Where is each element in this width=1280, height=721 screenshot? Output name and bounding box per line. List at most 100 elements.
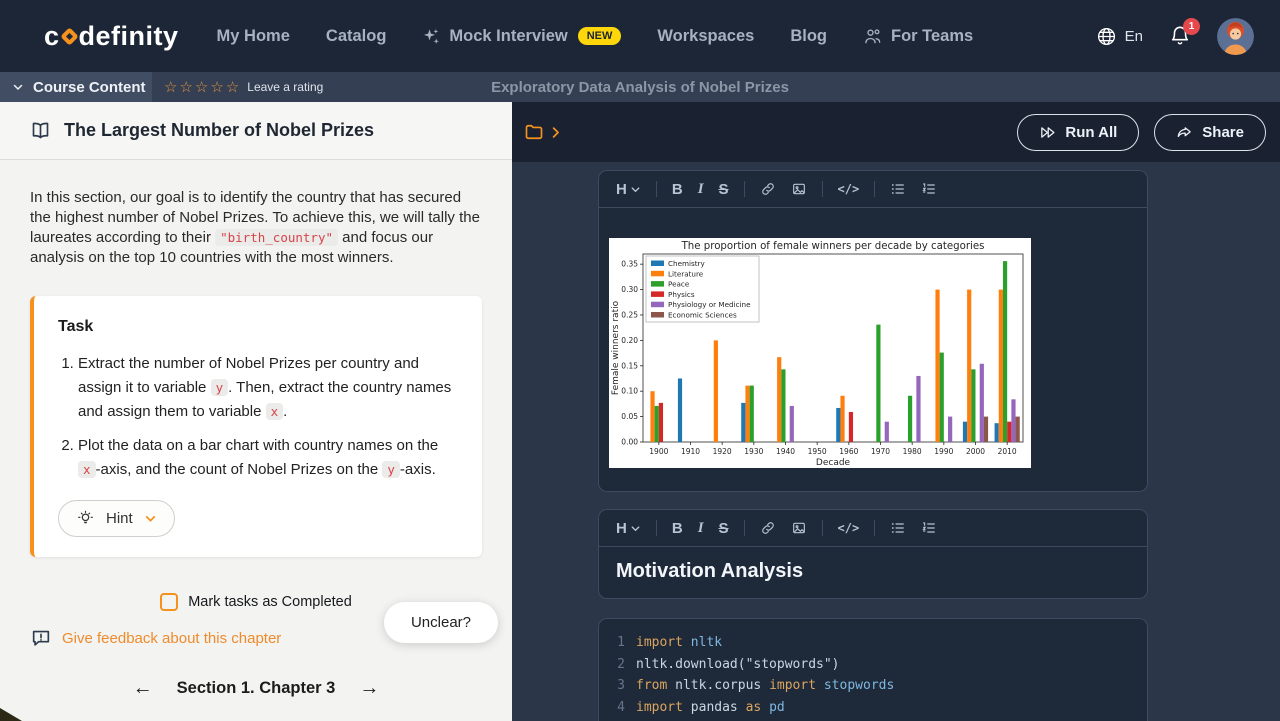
link-icon[interactable] [760, 520, 776, 536]
image-icon[interactable] [791, 520, 807, 536]
next-chapter-arrow[interactable]: → [359, 677, 379, 700]
code-block: 1import nltk2nltk.download("stopwords")3… [599, 632, 1147, 721]
prev-chapter-arrow[interactable]: ← [133, 677, 153, 700]
heading-icon[interactable]: H [616, 520, 641, 537]
nav-item-my-home[interactable]: My Home [217, 27, 290, 46]
nav-item-blog[interactable]: Blog [790, 27, 827, 46]
svg-text:1940: 1940 [776, 447, 795, 456]
markdown-cell-heading: H B I S </> [598, 509, 1148, 599]
nav-item-workspaces[interactable]: Workspaces [657, 27, 754, 46]
course-content-toggle[interactable]: Course Content [0, 72, 152, 102]
rating-star-2[interactable]: ☆ [179, 80, 192, 95]
notifications-button[interactable]: 1 [1169, 25, 1191, 47]
heading-icon[interactable]: H [616, 181, 641, 198]
toolbar-divider [744, 181, 745, 197]
nav-item-for-teams[interactable]: For Teams [863, 26, 973, 46]
code-cell[interactable]: 1import nltk2nltk.download("stopwords")3… [598, 618, 1148, 721]
italic-icon[interactable]: I [698, 520, 704, 537]
workspace-content: H B I S </> [512, 162, 1280, 721]
rating-star-5[interactable]: ☆ [226, 80, 239, 95]
language-selector[interactable]: En [1096, 26, 1143, 47]
numbered-list-icon[interactable] [921, 520, 937, 536]
bold-icon[interactable]: B [672, 520, 683, 537]
chart-svg: The proportion of female winners per dec… [609, 238, 1031, 468]
markdown-heading-row[interactable]: Motivation Analysis [599, 547, 1147, 598]
task-item-2: Plot the data on a bar chart with countr… [78, 434, 458, 482]
nav-item-mock-interview[interactable]: Mock Interview NEW [422, 27, 621, 46]
svg-text:1970: 1970 [871, 447, 890, 456]
markdown-cell-chart: H B I S </> [598, 170, 1148, 492]
bulleted-list-icon[interactable] [890, 181, 906, 197]
chevron-down-icon [144, 512, 157, 525]
code-icon[interactable]: </> [838, 521, 860, 535]
run-all-button[interactable]: Run All [1017, 114, 1139, 151]
notification-badge: 1 [1183, 18, 1200, 35]
code-line: 1import nltk [599, 632, 1147, 654]
svg-text:Peace: Peace [668, 280, 690, 289]
svg-text:2010: 2010 [998, 447, 1017, 456]
image-icon[interactable] [791, 181, 807, 197]
share-button[interactable]: Share [1154, 114, 1266, 151]
top-navbar: cdefinity My Home Catalog Mock Interview… [0, 0, 1280, 72]
book-icon [30, 120, 51, 141]
svg-text:Chemistry: Chemistry [668, 259, 706, 268]
lesson-intro: In this section, our goal is to identify… [30, 188, 482, 268]
language-label: En [1125, 28, 1143, 45]
code-line: 4import pandas as pd [599, 697, 1147, 719]
chevron-down-icon [12, 81, 24, 93]
code-icon[interactable]: </> [838, 182, 860, 196]
svg-text:1980: 1980 [903, 447, 922, 456]
svg-text:Decade: Decade [816, 458, 851, 468]
unclear-button[interactable]: Unclear? [384, 602, 498, 643]
logo-text-pre: c [44, 21, 60, 52]
svg-text:1950: 1950 [808, 447, 827, 456]
run-all-icon [1039, 124, 1056, 141]
rating-star-3[interactable]: ☆ [195, 80, 208, 95]
svg-text:0.15: 0.15 [621, 361, 638, 370]
editor-toolbar-2: H B I S </> [599, 510, 1147, 547]
avatar[interactable] [1217, 18, 1254, 55]
inline-code: x [266, 403, 284, 420]
feedback-label: Give feedback about this chapter [62, 630, 281, 647]
workspace-buttons: Run All Share [1017, 114, 1266, 151]
svg-text:Economic Sciences: Economic Sciences [668, 311, 737, 320]
main-split: The Largest Number of Nobel Prizes In th… [0, 102, 1280, 721]
nav-item-catalog[interactable]: Catalog [326, 27, 387, 46]
svg-text:0.30: 0.30 [621, 285, 638, 294]
toolbar-divider [874, 181, 875, 197]
task-card: Task Extract the number of Nobel Prizes … [30, 296, 482, 557]
bulleted-list-icon[interactable] [890, 520, 906, 536]
svg-text:0.20: 0.20 [621, 336, 638, 345]
logo-diamond-icon [60, 27, 78, 45]
link-icon[interactable] [760, 181, 776, 197]
hint-button[interactable]: Hint [58, 500, 175, 537]
svg-text:Literature: Literature [668, 269, 704, 278]
italic-icon[interactable]: I [698, 181, 704, 198]
toolbar-divider [822, 520, 823, 536]
task-heading: Task [58, 318, 458, 336]
rating-star-1[interactable]: ☆ [164, 80, 177, 95]
svg-text:Physics: Physics [668, 290, 695, 299]
codefinity-logo[interactable]: cdefinity [44, 21, 179, 52]
chevron-right-icon [548, 125, 563, 140]
navbar-right: En 1 [1096, 18, 1254, 55]
rating-star-4[interactable]: ☆ [210, 80, 223, 95]
editor-toolbar-1: H B I S </> [599, 171, 1147, 208]
toolbar-divider [822, 181, 823, 197]
folder-icon [524, 122, 544, 142]
svg-text:1920: 1920 [713, 447, 732, 456]
code-line: 3from nltk.corpus import stopwords [599, 675, 1147, 697]
strikethrough-icon[interactable]: S [719, 181, 729, 198]
markdown-heading: Motivation Analysis [616, 560, 1130, 583]
workspace-breadcrumb[interactable] [524, 122, 563, 142]
course-content-label: Course Content [33, 79, 146, 96]
svg-text:1930: 1930 [744, 447, 763, 456]
hint-label: Hint [106, 510, 133, 527]
lesson-header: The Largest Number of Nobel Prizes [0, 102, 512, 160]
numbered-list-icon[interactable] [921, 181, 937, 197]
bold-icon[interactable]: B [672, 181, 683, 198]
inline-code: x [78, 461, 96, 478]
strikethrough-icon[interactable]: S [719, 520, 729, 537]
mark-completed-label[interactable]: Mark tasks as Completed [188, 594, 352, 610]
mark-completed-checkbox[interactable] [160, 593, 178, 611]
